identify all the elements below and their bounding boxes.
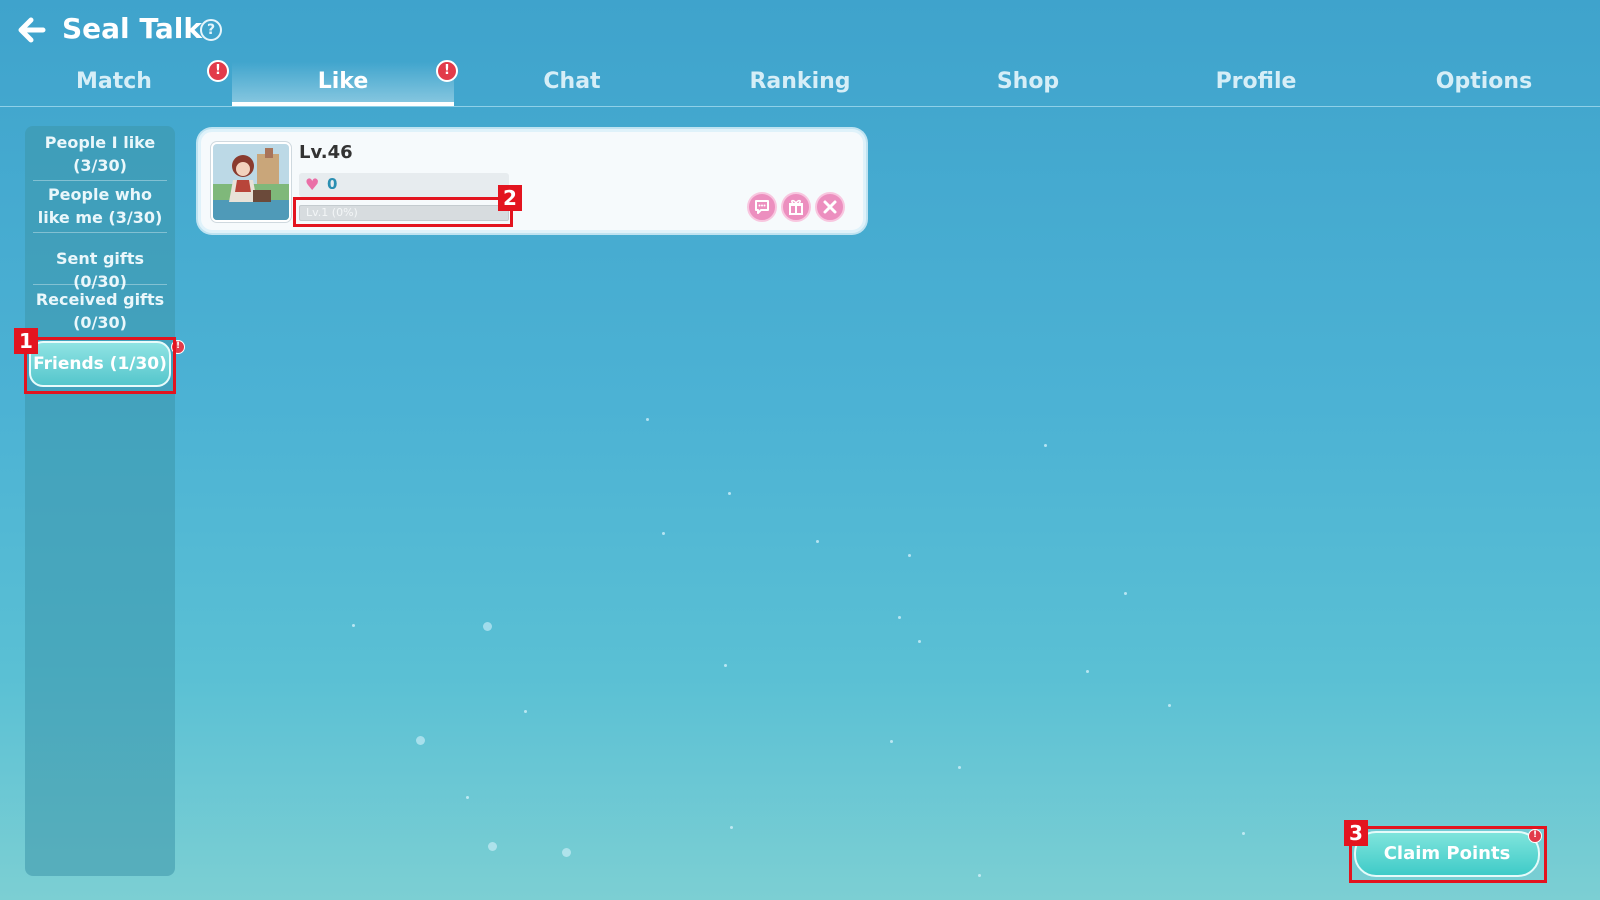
star-decoration: [730, 826, 733, 829]
highlight-box-affinity: [293, 197, 513, 227]
star-decoration: [416, 736, 425, 745]
tab-label: Ranking: [749, 69, 851, 94]
header-bar: Seal Talk ?: [0, 0, 1600, 62]
tab-ranking[interactable]: Ranking: [686, 62, 914, 106]
sidebar-divider: [33, 284, 167, 285]
friend-level: Lv.46: [299, 142, 353, 163]
like-sidebar: People I like (3/30) People who like me …: [25, 126, 175, 876]
sidebar-item-people-who-like-me[interactable]: People who like me (3/30): [33, 183, 167, 229]
like-alert-badge: !: [436, 60, 458, 82]
star-decoration: [352, 624, 355, 627]
highlight-marker: 3: [1344, 820, 1368, 846]
star-decoration: [724, 664, 727, 667]
send-gift-button[interactable]: [781, 192, 811, 222]
tab-label: Like: [317, 69, 369, 94]
gift-icon: [789, 199, 803, 215]
character-portrait-icon: [213, 144, 289, 220]
star-decoration: [662, 532, 665, 535]
remove-friend-button[interactable]: [815, 192, 845, 222]
star-decoration: [816, 540, 819, 543]
star-decoration: [1124, 592, 1127, 595]
likes-count: 0: [327, 175, 338, 193]
tab-profile[interactable]: Profile: [1142, 62, 1370, 106]
highlight-box-friends: [24, 337, 176, 394]
sidebar-item-received-gifts[interactable]: Received gifts (0/30): [33, 288, 167, 334]
star-decoration: [1044, 444, 1047, 447]
likes-row: ♥ 0: [299, 173, 509, 197]
sidebar-divider: [33, 232, 167, 233]
star-decoration: [483, 622, 492, 631]
star-decoration: [466, 796, 469, 799]
tab-label: Options: [1435, 69, 1533, 94]
highlight-box-claim: [1349, 826, 1547, 883]
tab-chat[interactable]: Chat: [458, 62, 686, 106]
star-decoration: [488, 842, 497, 851]
star-decoration: [958, 766, 961, 769]
sidebar-divider: [33, 180, 167, 181]
star-decoration: [918, 640, 921, 643]
star-decoration: [898, 616, 901, 619]
main-tabs: Match ! Like ! Chat Ranking Shop Profile…: [0, 60, 1600, 107]
back-arrow-icon: [18, 17, 46, 43]
match-alert-badge: !: [207, 60, 229, 82]
star-decoration: [908, 554, 911, 557]
back-button[interactable]: [18, 16, 46, 44]
help-icon[interactable]: ?: [200, 19, 222, 41]
tab-label: Shop: [996, 69, 1060, 94]
tab-label: Profile: [1215, 69, 1297, 94]
tab-shop[interactable]: Shop: [914, 62, 1142, 106]
star-decoration: [1242, 832, 1245, 835]
highlight-marker: 1: [14, 328, 38, 354]
star-decoration: [728, 492, 731, 495]
highlight-marker: 2: [498, 185, 522, 211]
tab-match[interactable]: Match: [0, 62, 228, 106]
star-decoration: [524, 710, 527, 713]
star-decoration: [978, 874, 981, 877]
star-decoration: [1168, 704, 1171, 707]
sidebar-item-people-i-like[interactable]: People I like (3/30): [33, 131, 167, 177]
friend-avatar[interactable]: [211, 142, 291, 222]
star-decoration: [562, 848, 571, 857]
chat-button[interactable]: [747, 192, 777, 222]
star-decoration: [890, 740, 893, 743]
tab-label: Match: [76, 69, 152, 94]
heart-icon: ♥: [305, 175, 320, 194]
tab-like[interactable]: Like: [232, 62, 454, 106]
tab-label: Chat: [543, 69, 601, 94]
tab-options[interactable]: Options: [1370, 62, 1598, 106]
close-icon: [823, 200, 837, 214]
star-decoration: [1086, 670, 1089, 673]
star-decoration: [646, 418, 649, 421]
page-title: Seal Talk: [62, 12, 202, 45]
sidebar-item-sent-gifts[interactable]: Sent gifts (0/30): [33, 247, 167, 293]
chat-bubble-icon: [755, 200, 769, 214]
